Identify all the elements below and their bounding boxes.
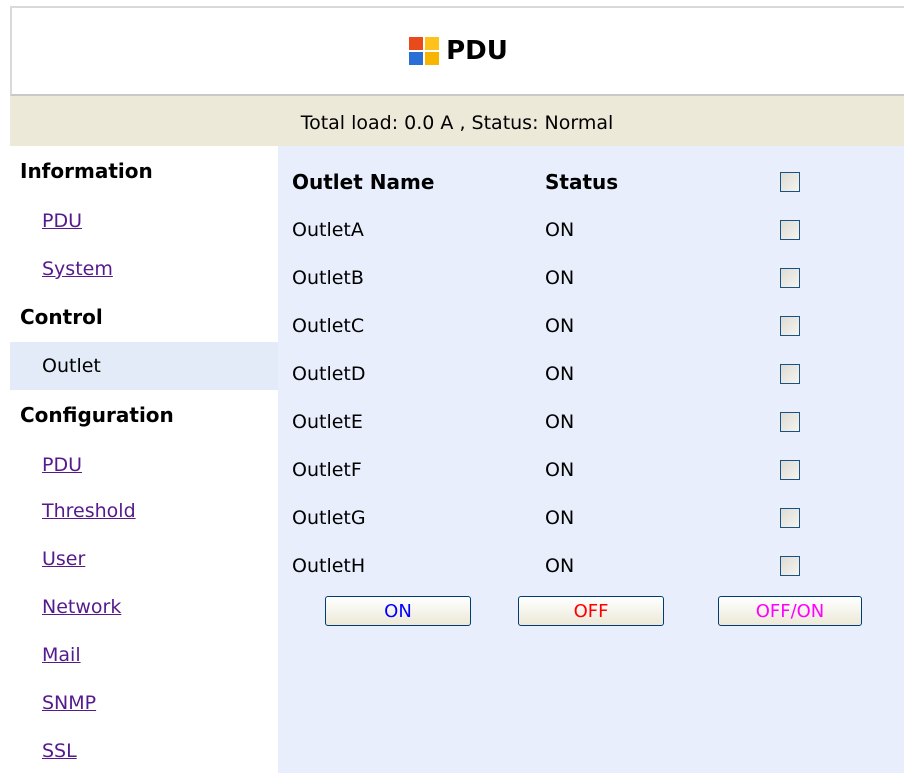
- table-row: OutletH ON: [278, 542, 904, 590]
- outlet-name: OutletG: [292, 507, 366, 529]
- off-on-button[interactable]: OFF/ON: [718, 596, 862, 626]
- outlet-checkbox[interactable]: [780, 220, 800, 240]
- table-row: OutletD ON: [278, 350, 904, 398]
- outlet-name: OutletD: [292, 363, 366, 385]
- column-header-outlet-name: Outlet Name: [292, 170, 435, 194]
- table-row: OutletC ON: [278, 302, 904, 350]
- sidebar-item-threshold[interactable]: Threshold: [10, 486, 310, 534]
- sidebar-item-network[interactable]: Network: [10, 582, 310, 630]
- outlet-status: ON: [545, 459, 575, 481]
- outlet-checkbox[interactable]: [780, 316, 800, 336]
- outlet-status: ON: [545, 363, 575, 385]
- outlet-status: ON: [545, 315, 575, 337]
- outlet-status: ON: [545, 219, 575, 241]
- sidebar-heading-information: Information: [20, 159, 153, 183]
- outlet-status: ON: [545, 507, 575, 529]
- table-row: OutletB ON: [278, 254, 904, 302]
- sidebar-item-user[interactable]: User: [10, 534, 310, 582]
- outlet-status: ON: [545, 555, 575, 577]
- header-logo: PDU: [408, 36, 508, 66]
- table-row: OutletG ON: [278, 494, 904, 542]
- status-bar: Total load: 0.0 A , Status: Normal: [10, 96, 904, 146]
- sidebar-item-ssl[interactable]: SSL: [10, 726, 310, 774]
- outlet-name: OutletF: [292, 459, 362, 481]
- outlet-name: OutletC: [292, 315, 365, 337]
- outlet-checkbox[interactable]: [780, 460, 800, 480]
- sidebar-item-config-pdu[interactable]: PDU: [10, 440, 310, 488]
- table-header-row: Outlet Name Status: [278, 158, 904, 206]
- column-header-status: Status: [545, 170, 619, 194]
- outlet-checkbox[interactable]: [780, 364, 800, 384]
- outlet-checkbox[interactable]: [780, 412, 800, 432]
- outlet-name: OutletE: [292, 411, 363, 433]
- on-button[interactable]: ON: [325, 596, 471, 626]
- sidebar-item-system[interactable]: System: [10, 244, 310, 292]
- windows-logo-icon: [409, 37, 440, 65]
- sidebar-item-snmp[interactable]: SNMP: [10, 678, 310, 726]
- select-all-checkbox[interactable]: [780, 172, 800, 192]
- page-title: PDU: [446, 36, 508, 66]
- outlet-checkbox[interactable]: [780, 556, 800, 576]
- off-button[interactable]: OFF: [518, 596, 664, 626]
- table-row: OutletE ON: [278, 398, 904, 446]
- sidebar-item-mail[interactable]: Mail: [10, 630, 310, 678]
- sidebar-item-info-pdu[interactable]: PDU: [10, 196, 310, 244]
- outlet-checkbox[interactable]: [780, 508, 800, 528]
- table-row: OutletF ON: [278, 446, 904, 494]
- sidebar-item-outlet[interactable]: Outlet: [10, 342, 310, 390]
- table-row: OutletA ON: [278, 206, 904, 254]
- sidebar: Information PDU System Control Outlet Co…: [10, 146, 310, 773]
- outlet-control-panel: Outlet Name Status OutletA ON OutletB ON…: [278, 146, 904, 773]
- outlet-status: ON: [545, 267, 575, 289]
- sidebar-heading-configuration: Configuration: [20, 403, 174, 427]
- outlet-status: ON: [545, 411, 575, 433]
- outlet-checkbox[interactable]: [780, 268, 800, 288]
- header-bar: PDU: [10, 6, 904, 96]
- outlet-name: OutletB: [292, 267, 364, 289]
- outlet-name: OutletH: [292, 555, 366, 577]
- outlet-name: OutletA: [292, 219, 364, 241]
- sidebar-heading-control: Control: [20, 305, 103, 329]
